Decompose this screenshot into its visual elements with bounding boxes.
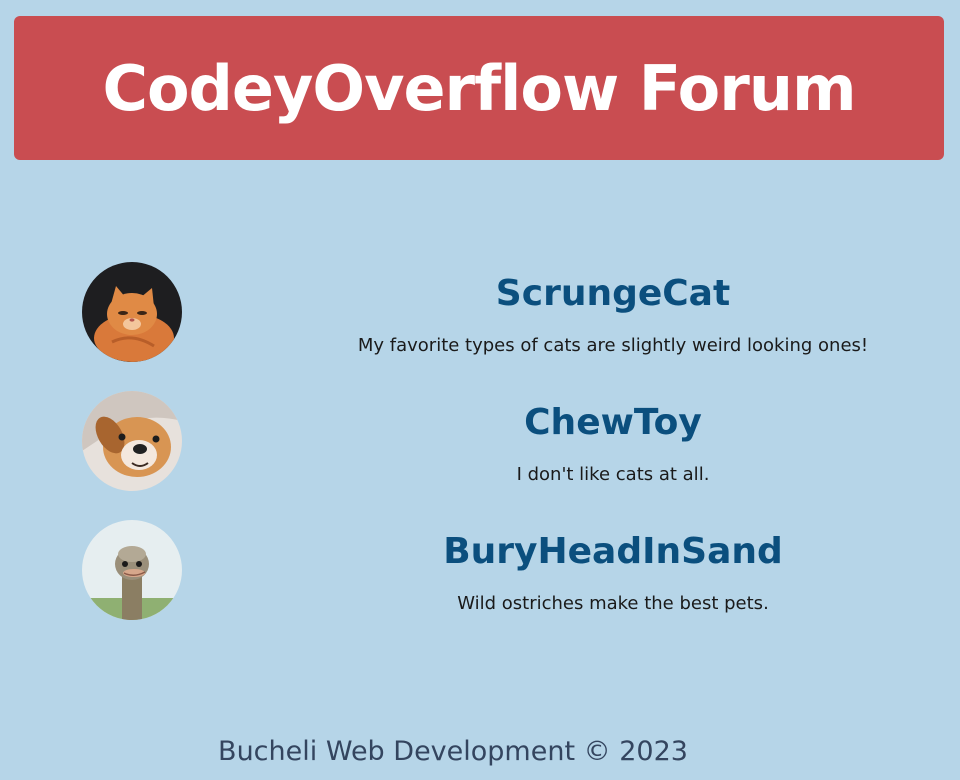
post-message: My favorite types of cats are slightly w… xyxy=(357,335,869,356)
footer-copyright: Bucheli Web Development © 2023 xyxy=(218,736,688,767)
forum-post: ChewToy I don't like cats at all. xyxy=(0,391,960,521)
forum-post: ScrungeCat My favorite types of cats are… xyxy=(0,262,960,392)
post-message: I don't like cats at all. xyxy=(516,464,710,485)
avatar xyxy=(82,520,182,620)
page-header: CodeyOverflow Forum xyxy=(14,16,944,160)
avatar xyxy=(82,391,182,491)
dog-photo-icon xyxy=(82,391,182,491)
post-username: ChewToy xyxy=(524,402,702,443)
page-footer: Bucheli Web Development © 2023 xyxy=(0,732,960,772)
forum-post: BuryHeadInSand Wild ostriches make the b… xyxy=(0,520,960,650)
orange-cat-photo-icon xyxy=(82,262,182,362)
post-message: Wild ostriches make the best pets. xyxy=(457,593,769,614)
ostrich-photo-icon xyxy=(82,520,182,620)
site-title: CodeyOverflow Forum xyxy=(102,51,856,125)
post-username: BuryHeadInSand xyxy=(443,531,783,572)
avatar xyxy=(82,262,182,362)
post-username: ScrungeCat xyxy=(495,273,731,314)
